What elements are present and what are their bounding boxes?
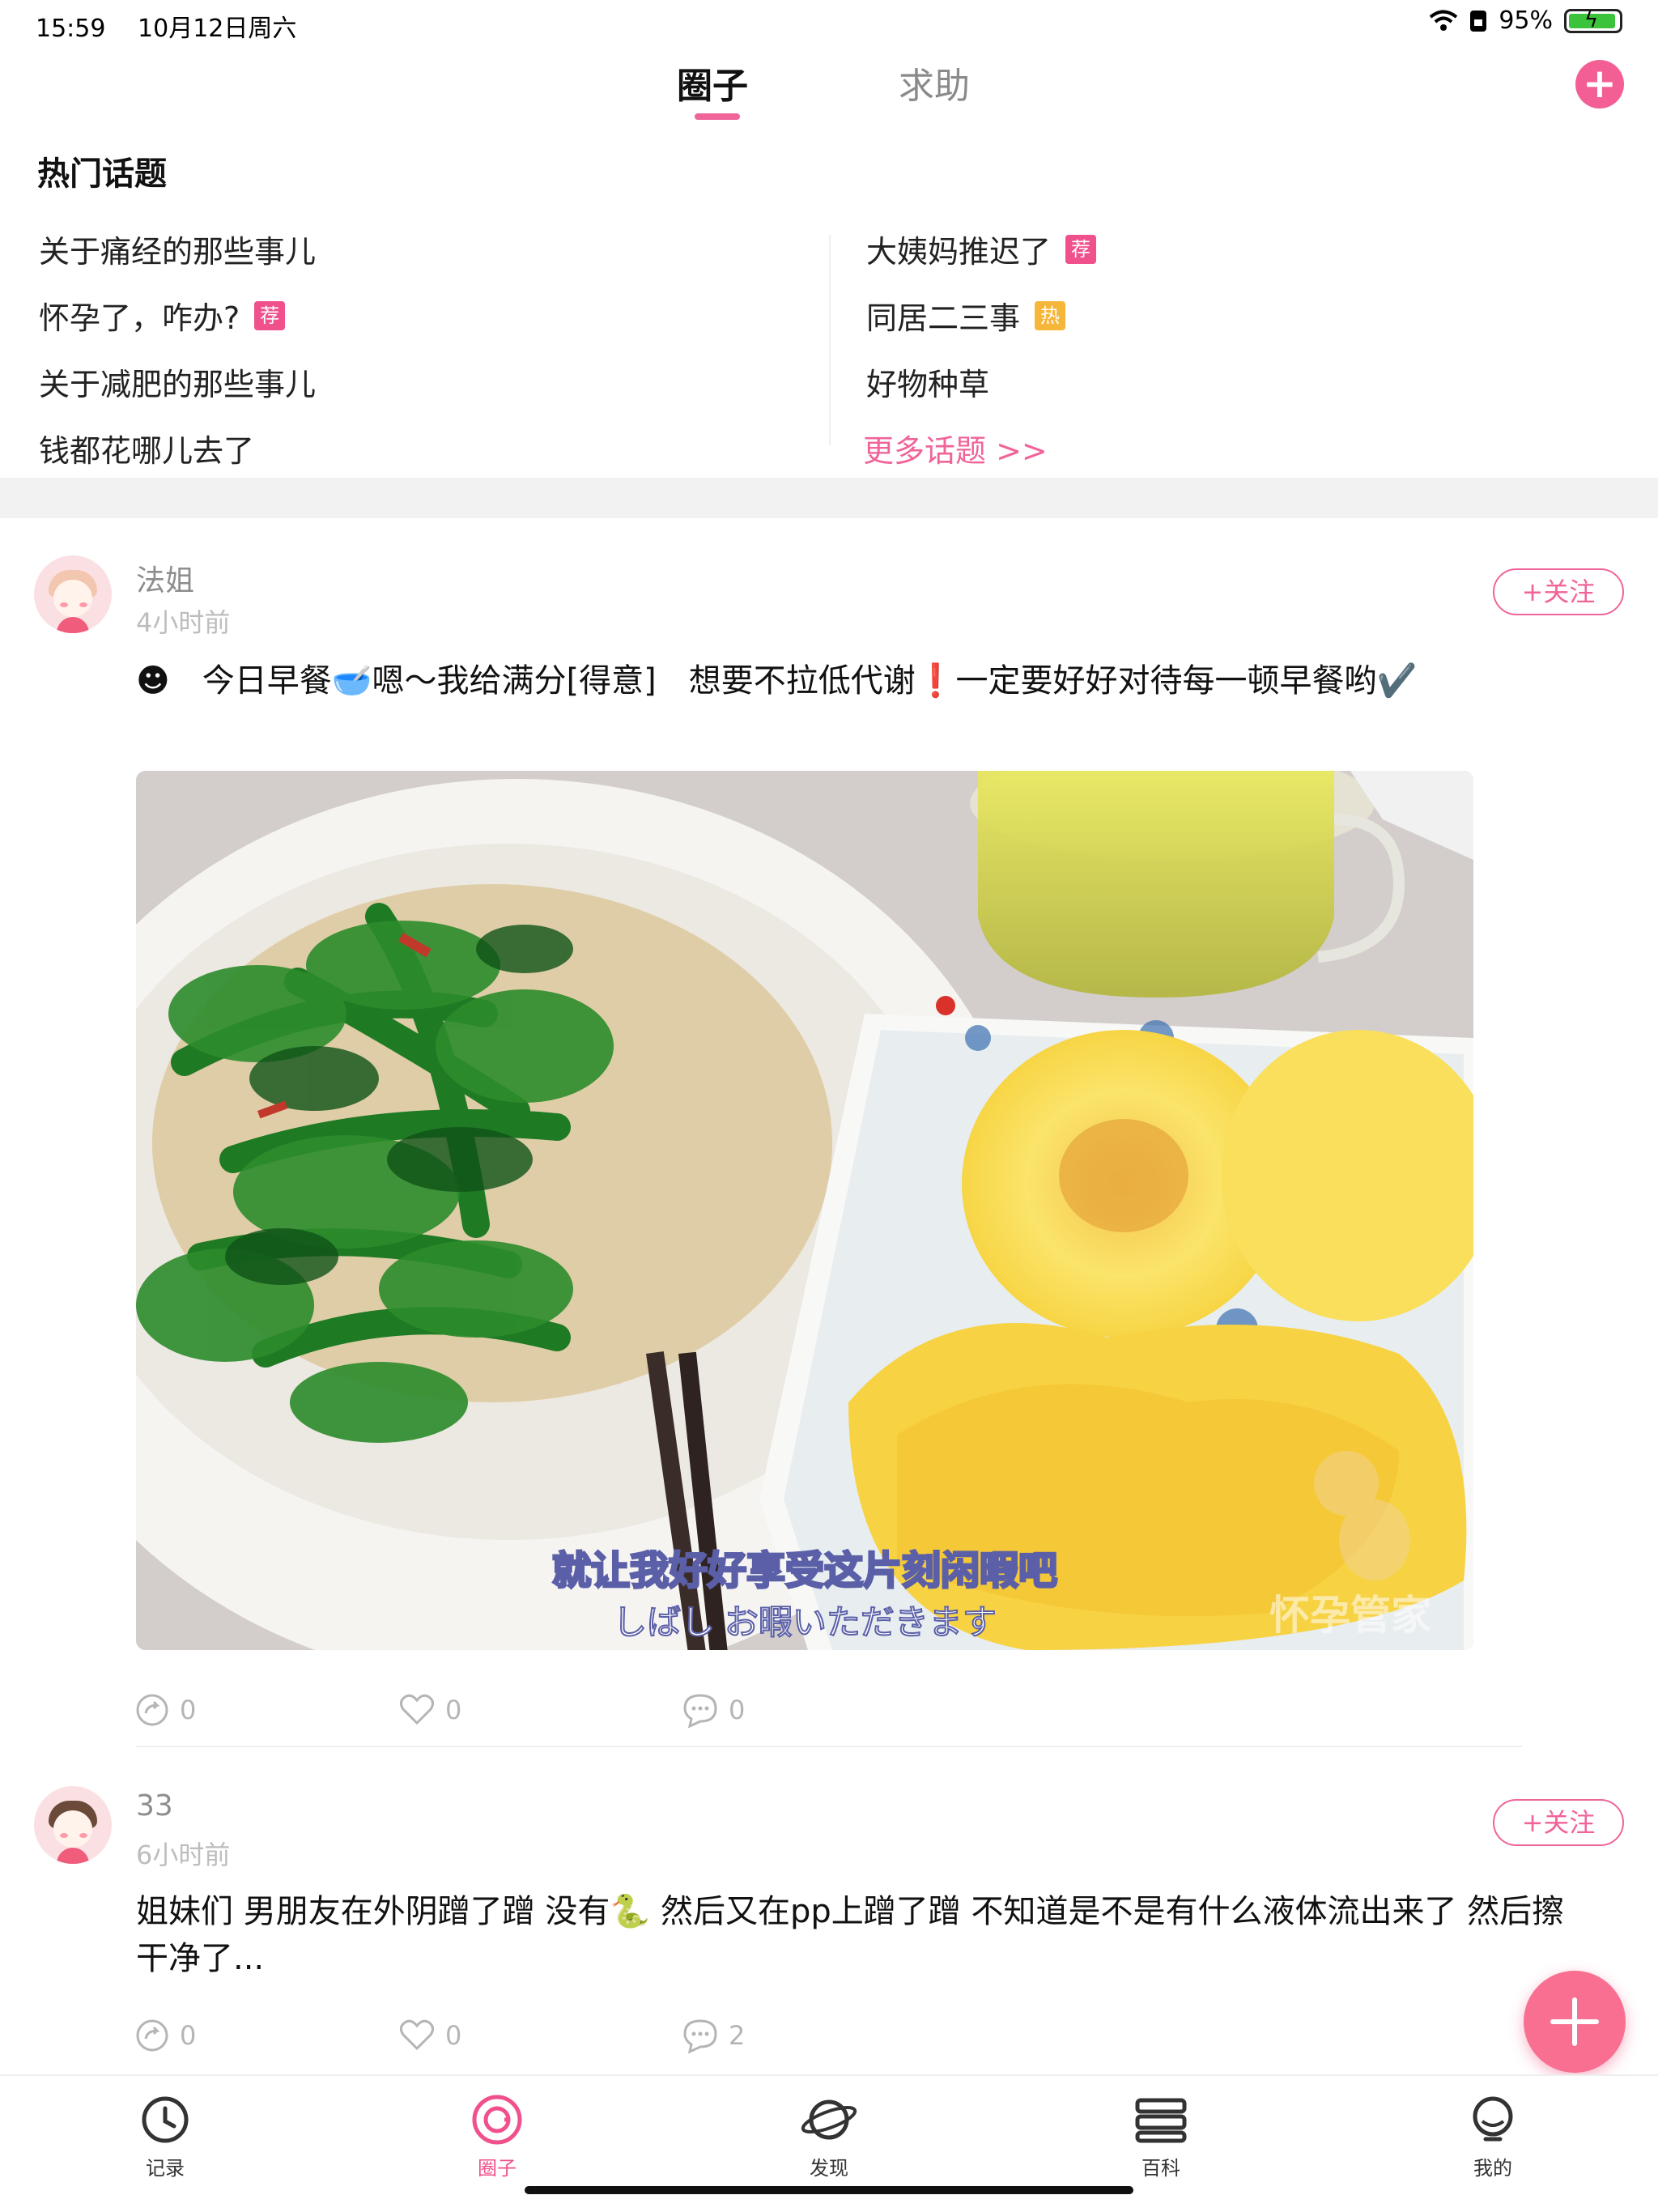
topic-item[interactable]: 怀孕了，咋办? 荐 <box>39 293 286 338</box>
image-watermark: 怀孕管家 <box>1269 1593 1431 1638</box>
like-action[interactable]: 0 <box>398 1692 461 1728</box>
topic-label: 好物种草 <box>866 367 990 402</box>
image-caption-japanese: しばし お暇いただきます <box>613 1603 997 1641</box>
profile-icon <box>1473 2096 1513 2142</box>
topic-label: 关于痛经的那些事儿 <box>39 234 317 270</box>
nav-label: 圈子 <box>478 2157 517 2180</box>
share-count: 0 <box>180 1695 197 1725</box>
image-caption-chinese: 就让我好好享受这片刻闲暇吧 <box>552 1550 1057 1593</box>
nav-label: 发现 <box>810 2157 848 2180</box>
lock-rotation-icon <box>1470 10 1487 32</box>
post-username[interactable]: 33 <box>136 1789 173 1823</box>
topic-label: 怀孕了，咋办? <box>39 300 240 336</box>
floating-add-button[interactable] <box>1524 1971 1626 2073</box>
status-date: 10月12日周六 <box>138 15 297 43</box>
topic-label: 大姨妈推迟了 <box>866 234 1052 270</box>
book-icon <box>1135 2098 1187 2143</box>
post-text[interactable]: 姐妹们 男朋友在外阴蹭了蹭 没有🐍 然后又在pp上蹭了蹭 不知道是不是有什么液体… <box>136 1888 1593 1982</box>
topic-item[interactable]: 同居二三事 热 <box>866 293 1066 338</box>
recommend-badge: 荐 <box>254 300 286 330</box>
comment-icon <box>683 2019 717 2053</box>
heart-icon <box>399 1694 435 1725</box>
nav-item-mine[interactable]: 我的 <box>1436 2094 1550 2180</box>
wifi-icon <box>1430 10 1458 31</box>
topic-label: 同居二三事 <box>866 300 1021 336</box>
nav-item-circle[interactable]: 圈子 <box>440 2094 554 2180</box>
share-action[interactable]: 0 <box>134 2018 196 2053</box>
battery-percent: 95% <box>1499 6 1553 35</box>
nav-item-discover[interactable]: 发现 <box>772 2094 886 2180</box>
add-post-button[interactable]: + <box>1575 60 1624 108</box>
comment-count: 0 <box>729 1695 746 1725</box>
section-separator <box>0 478 1658 518</box>
topic-item[interactable]: 关于痛经的那些事儿 <box>39 227 316 271</box>
topic-item[interactable]: 关于减肥的那些事儿 <box>39 359 316 404</box>
more-topics-link[interactable]: 更多话题 >> <box>863 426 1048 470</box>
heart-icon <box>399 2019 435 2051</box>
topic-item[interactable]: 好物种草 <box>866 359 989 404</box>
post-text[interactable]: ☻ 今日早餐🥣嗯～我给满分[得意] 想要不拉低代谢❗️一定要好好对待每一顿早餐哟… <box>136 657 1593 704</box>
status-bar: 15:59 10月12日周六 95% ϟ <box>0 0 1658 45</box>
avatar[interactable] <box>34 555 112 633</box>
planet-icon <box>801 2099 857 2140</box>
topic-item[interactable]: 大姨妈推迟了 荐 <box>866 227 1097 271</box>
hot-badge: 热 <box>1035 300 1066 330</box>
breakfast-photo: 就让我好好享受这片刻闲暇吧 しばし お暇いただきます 怀孕管家 <box>136 771 1473 1650</box>
topics-divider <box>829 235 831 445</box>
comment-action[interactable]: 2 <box>682 2018 745 2053</box>
like-action[interactable]: 0 <box>398 2018 461 2053</box>
nav-label: 百科 <box>1141 2157 1180 2180</box>
post-time: 4小时前 <box>136 607 231 638</box>
clock-icon <box>142 2096 189 2143</box>
tab-circle[interactable]: 圈子 <box>677 57 748 108</box>
share-icon <box>136 1694 168 1726</box>
active-tab-indicator <box>695 113 740 120</box>
follow-button[interactable]: +关注 <box>1493 1799 1624 1846</box>
share-count: 0 <box>180 2020 197 2051</box>
tab-help[interactable]: 求助 <box>899 57 970 108</box>
follow-button[interactable]: +关注 <box>1493 568 1624 615</box>
hot-topics-title: 热门话题 <box>37 155 167 193</box>
circle-icon <box>472 2095 522 2145</box>
comment-action[interactable]: 0 <box>682 1692 745 1728</box>
nav-item-encyclopedia[interactable]: 百科 <box>1104 2094 1218 2180</box>
topic-item[interactable]: 钱都花哪儿去了 <box>39 426 254 470</box>
post-image[interactable]: 就让我好好享受这片刻闲暇吧 しばし お暇いただきます 怀孕管家 <box>136 771 1473 1650</box>
top-tabs: 圈子 求助 <box>0 49 1658 121</box>
battery-icon: ϟ <box>1564 8 1622 33</box>
post-divider <box>136 1746 1522 1747</box>
share-action[interactable]: 0 <box>134 1692 196 1728</box>
topic-label: 关于减肥的那些事儿 <box>39 367 317 402</box>
post-time: 6小时前 <box>136 1840 231 1870</box>
share-icon <box>136 2019 168 2052</box>
like-count: 0 <box>445 1695 462 1725</box>
comment-icon <box>683 1694 717 1728</box>
recommend-badge: 荐 <box>1065 234 1097 264</box>
comment-count: 2 <box>729 2020 746 2051</box>
home-indicator <box>525 2186 1133 2194</box>
status-time: 15:59 <box>36 15 106 43</box>
like-count: 0 <box>445 2020 462 2051</box>
nav-label: 我的 <box>1473 2157 1512 2180</box>
nav-label: 记录 <box>146 2157 185 2180</box>
topic-label: 钱都花哪儿去了 <box>39 433 255 469</box>
post-username[interactable]: 法姐 <box>136 557 194 599</box>
avatar[interactable] <box>34 1786 112 1864</box>
nav-item-record[interactable]: 记录 <box>108 2094 222 2180</box>
